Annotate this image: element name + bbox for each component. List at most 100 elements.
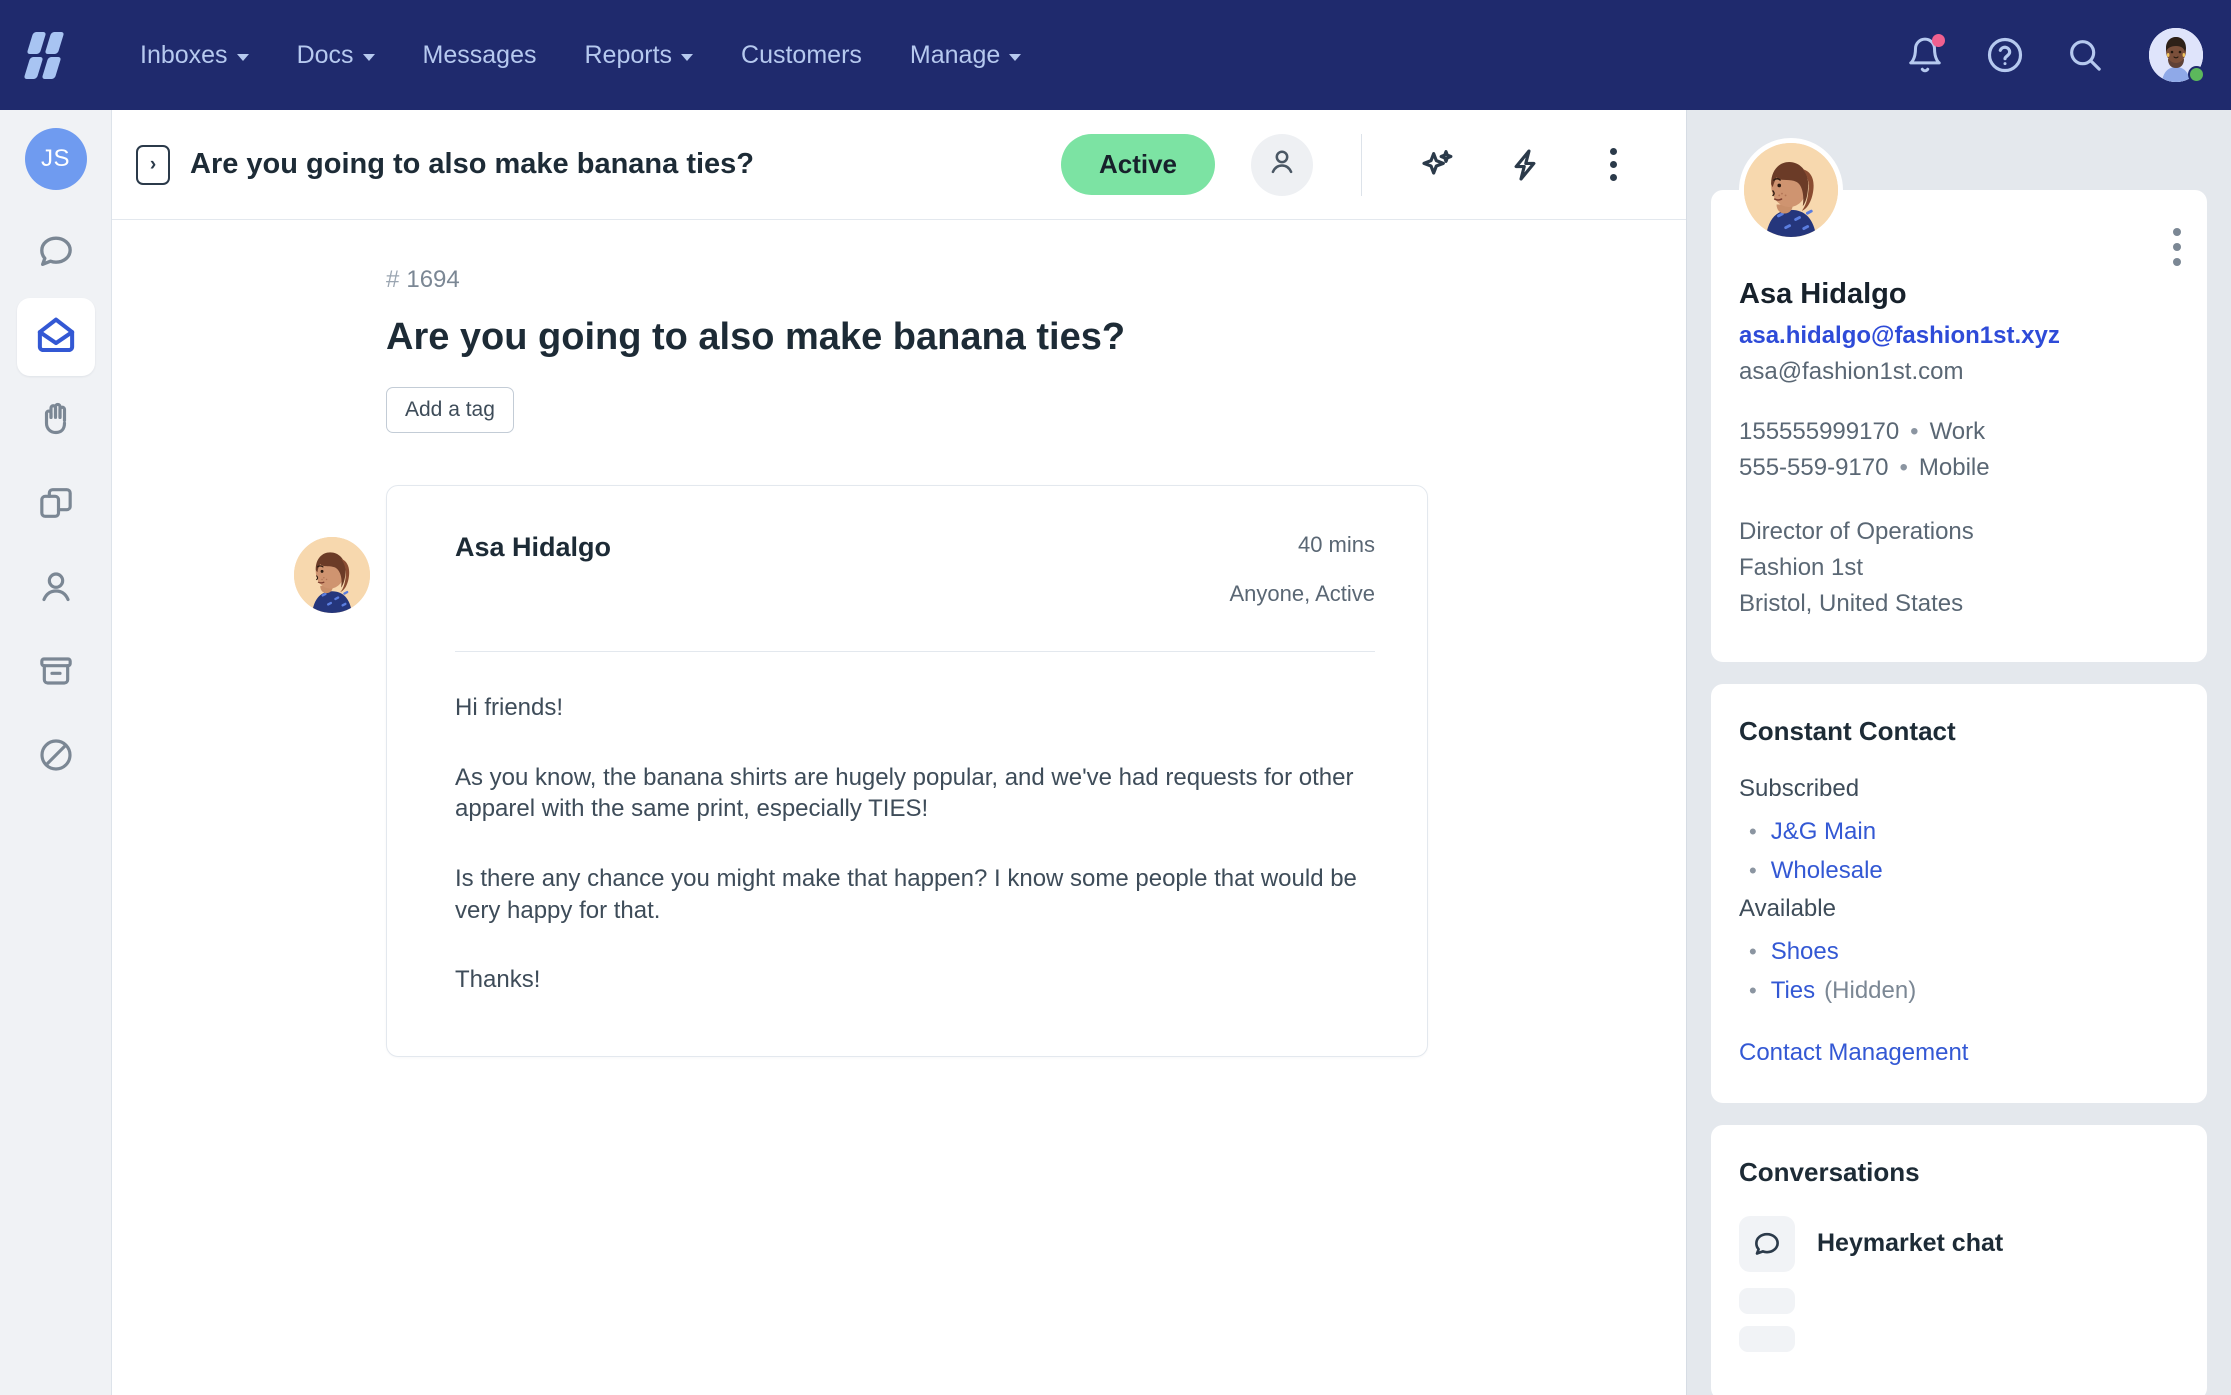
available-list-link[interactable]: Ties: [1771, 972, 1815, 1011]
rail-item-chats[interactable]: [17, 214, 95, 292]
contact-sidebar: Asa Hidalgo asa.hidalgo@fashion1st.xyz a…: [1686, 110, 2231, 1395]
nav-item-messages[interactable]: Messages: [399, 31, 561, 80]
status-badge[interactable]: Active: [1060, 134, 1215, 195]
more-options-kebab-icon[interactable]: [1586, 138, 1640, 192]
ai-assist-sparkle-icon[interactable]: [1410, 138, 1464, 192]
bullet-icon: •: [1749, 977, 1757, 1003]
nav-item-docs-label: Docs: [296, 40, 354, 69]
conversation-channel-label: Heymarket chat: [1817, 1229, 2004, 1257]
message-divider: [455, 651, 1375, 652]
nav-item-customers[interactable]: Customers: [717, 31, 886, 80]
rail-item-inbox[interactable]: [16, 298, 95, 376]
page-title: Are you going to also make banana ties?: [386, 316, 1126, 358]
rail-item-spam[interactable]: [17, 718, 95, 796]
contact-avatar[interactable]: [1739, 138, 1843, 242]
message-author-name: Asa Hidalgo: [455, 532, 612, 562]
nav-item-inboxes-label: Inboxes: [140, 40, 228, 69]
bullet-separator: •: [1910, 418, 1919, 445]
nav-item-manage-label: Manage: [909, 40, 1001, 69]
app-body: JS › Are you going to also make banana t…: [0, 110, 2231, 1395]
user-avatar[interactable]: [2149, 28, 2205, 83]
assignee-button[interactable]: [1251, 133, 1313, 196]
conversations-card: Conversations Heymarket chat: [1711, 1124, 2207, 1395]
constant-contact-card: Constant Contact Subscribed • J&G Main •…: [1711, 684, 2207, 1103]
expand-sidebar-icon[interactable]: ›: [136, 144, 170, 185]
toolbar-divider: [1361, 133, 1362, 196]
message-visibility: Anyone, Active: [1229, 581, 1375, 606]
rail-item-archive[interactable]: [17, 634, 95, 712]
message-timestamp: 40 mins: [1297, 532, 1375, 557]
available-list-link[interactable]: Shoes: [1771, 933, 1839, 972]
bullet-separator: •: [1899, 454, 1908, 481]
subscribed-list-link[interactable]: J&G Main: [1771, 813, 1876, 852]
list-item[interactable]: Heymarket chat: [1739, 1215, 2179, 1272]
bullet-icon: •: [1749, 819, 1757, 844]
message-author-avatar[interactable]: [290, 533, 374, 617]
notifications-bell-icon[interactable]: [1903, 33, 1947, 77]
rail-user-avatar[interactable]: JS: [24, 128, 87, 190]
contact-job-title: Director of Operations: [1739, 518, 1974, 545]
author-avatar-illustration: [294, 537, 370, 613]
chevron-right-glyph: ›: [149, 154, 157, 175]
conversations-title: Conversations: [1739, 1156, 1920, 1187]
bullet-icon: •: [1749, 938, 1757, 964]
nav-item-inboxes[interactable]: Inboxes: [116, 31, 273, 80]
nav-item-reports-label: Reports: [584, 40, 673, 69]
contact-avatar-illustration: [1744, 143, 1838, 237]
rail-item-customers[interactable]: [17, 550, 95, 628]
chevron-down-icon: [681, 53, 694, 61]
conversation-pane: › Are you going to also make banana ties…: [112, 110, 1686, 1395]
contact-phone-row: 155555999170 • Work: [1739, 414, 2179, 450]
message-paragraph: Is there any chance you might make that …: [455, 865, 1357, 924]
contact-more-kebab-icon[interactable]: [2173, 228, 2181, 273]
app-root: Inboxes Docs Messages Reports Customers …: [0, 0, 2231, 1395]
list-item[interactable]: • Wholesale: [1749, 852, 2179, 891]
search-icon[interactable]: [2063, 33, 2107, 77]
kebab-dots: [1609, 148, 1617, 181]
contact-primary-email[interactable]: asa.hidalgo@fashion1st.xyz: [1739, 322, 2179, 350]
rail-item-waiting[interactable]: [17, 382, 95, 460]
message-header: Asa Hidalgo 40 mins Anyone, Active: [455, 532, 1375, 607]
chat-bubble-icon: [1739, 1215, 1795, 1272]
subscribed-list: • J&G Main • Wholesale: [1739, 813, 2179, 891]
nav-item-docs[interactable]: Docs: [273, 31, 399, 80]
list-item[interactable]: • Ties (Hidden): [1749, 972, 2179, 1011]
message-paragraph: Hi friends!: [455, 694, 564, 721]
rail-user-initials: JS: [40, 145, 70, 172]
contact-phones: 155555999170 • Work 555-559-9170 • Mobile: [1739, 414, 2179, 486]
available-list: • Shoes • Ties (Hidden): [1739, 933, 2179, 1011]
left-icon-rail: JS: [0, 110, 112, 1395]
hand-wave-icon: [36, 399, 76, 444]
list-item[interactable]: • Shoes: [1749, 933, 2179, 972]
contact-phone-type: Work: [1929, 418, 1986, 445]
loading-placeholder: [1739, 1287, 1795, 1314]
rail-item-docs[interactable]: [17, 466, 95, 544]
conversation-number-value: 1694: [406, 266, 460, 293]
conversation-number-prefix: #: [386, 266, 400, 293]
message-thread-scroll[interactable]: #1694 Are you going to also make banana …: [112, 220, 1686, 1395]
contact-management-link[interactable]: Contact Management: [1739, 1039, 1968, 1067]
spam-blocked-icon: [36, 735, 76, 780]
docs-pages-icon: [36, 483, 76, 528]
add-tag-button[interactable]: Add a tag: [386, 387, 514, 433]
available-list-note: (Hidden): [1824, 976, 1917, 1004]
help-circle-icon[interactable]: [1983, 33, 2027, 77]
subscribed-label: Subscribed: [1739, 775, 1860, 802]
contact-phone-number: 555-559-9170: [1739, 454, 1889, 481]
subscribed-list-link[interactable]: Wholesale: [1771, 852, 1883, 891]
assignee-person-icon: [1266, 146, 1298, 183]
heymarket-logo-icon[interactable]: [23, 32, 78, 79]
nav-item-messages-label: Messages: [422, 40, 537, 69]
nav-item-manage[interactable]: Manage: [886, 31, 1045, 80]
message-item: Asa Hidalgo 40 mins Anyone, Active Hi fr…: [290, 485, 1428, 1058]
chevron-down-icon: [362, 53, 375, 61]
list-item[interactable]: • J&G Main: [1749, 813, 2179, 852]
workflow-lightning-icon[interactable]: [1498, 138, 1552, 192]
nav-item-reports[interactable]: Reports: [560, 31, 717, 80]
available-label: Available: [1739, 894, 1836, 922]
contact-secondary-email[interactable]: asa@fashion1st.com: [1739, 358, 2179, 386]
contact-phone-number: 155555999170: [1739, 418, 1900, 445]
message-paragraph: As you know, the banana shirts are hugel…: [455, 763, 1354, 823]
contact-phone-row: 555-559-9170 • Mobile: [1739, 450, 2179, 486]
top-navigation-bar: Inboxes Docs Messages Reports Customers …: [0, 0, 2231, 110]
